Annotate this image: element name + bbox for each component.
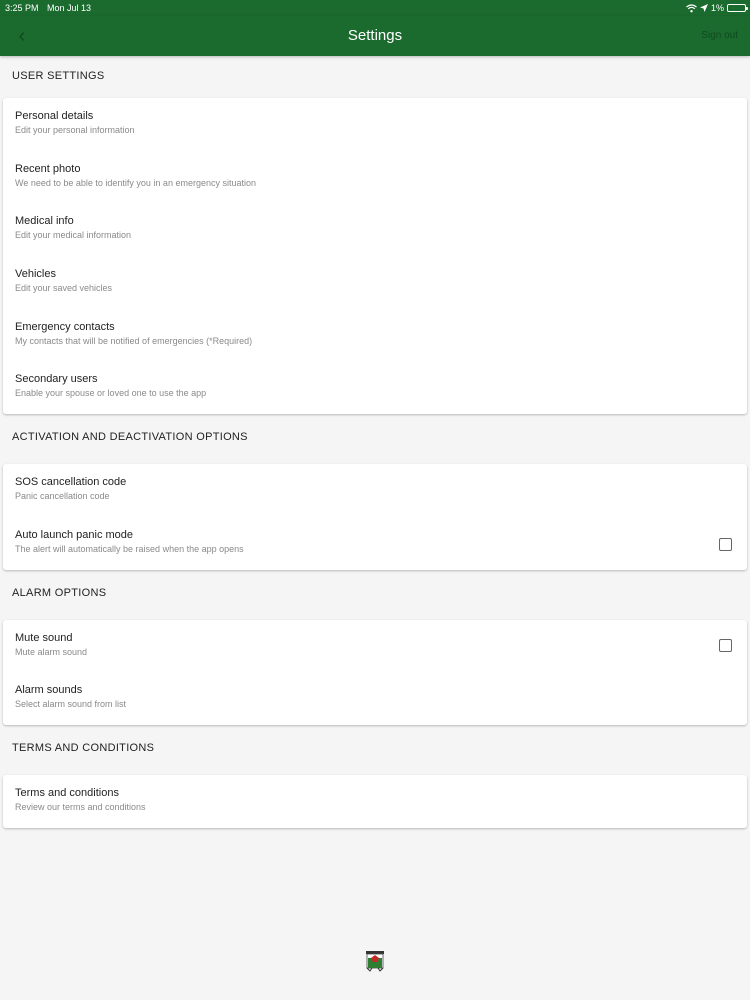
settings-item-sos-cancellation-code[interactable]: SOS cancellation code Panic cancellation…: [3, 464, 747, 517]
settings-item-terms-and-conditions[interactable]: Terms and conditions Review our terms an…: [3, 775, 747, 828]
item-title: Secondary users: [15, 373, 98, 386]
section-header-alarm-options: ALARM OPTIONS: [12, 586, 107, 599]
app-bar: ‹ Settings Sign out: [0, 16, 750, 56]
item-title: SOS cancellation code: [15, 476, 127, 489]
item-subtitle: Select alarm sound from list: [15, 699, 127, 710]
status-date: Mon Jul 13: [47, 3, 92, 13]
item-subtitle: Edit your personal information: [15, 125, 135, 135]
item-title: Recent photo: [15, 162, 81, 175]
item-title: Terms and conditions: [15, 786, 119, 799]
location-arrow-icon: [699, 4, 708, 12]
item-subtitle: Edit your medical information: [15, 230, 132, 241]
item-subtitle: My contacts that will be notified of eme…: [15, 335, 253, 346]
mute-sound-checkbox[interactable]: [719, 638, 732, 652]
item-subtitle: Mute alarm sound: [15, 646, 88, 657]
settings-item-emergency-contacts[interactable]: Emergency contacts My contacts that will…: [3, 309, 747, 362]
settings-item-vehicles[interactable]: Vehicles Edit your saved vehicles: [3, 256, 747, 309]
page-title: Settings: [347, 27, 403, 44]
auto-launch-checkbox[interactable]: [719, 537, 732, 551]
status-right: 1%: [686, 0, 748, 16]
card-alarm-options: Mute sound Mute alarm sound Alarm sounds…: [3, 619, 747, 725]
item-title: Alarm sounds: [15, 684, 83, 697]
item-subtitle: Review our terms and conditions: [15, 801, 146, 812]
item-title: Vehicles: [15, 268, 56, 281]
item-subtitle: Panic cancellation code: [15, 491, 110, 502]
item-title: Personal details: [15, 110, 94, 122]
section-header-user-settings: USER SETTINGS: [12, 70, 105, 82]
item-title: Mute sound: [15, 631, 73, 644]
card-terms: Terms and conditions Review our terms an…: [3, 774, 747, 828]
settings-item-auto-launch-panic-mode[interactable]: Auto launch panic mode The alert will au…: [3, 517, 747, 570]
status-time: 3:25 PM: [5, 3, 39, 13]
settings-item-secondary-users[interactable]: Secondary users Enable your spouse or lo…: [3, 361, 747, 414]
settings-item-recent-photo[interactable]: Recent photo We need to be able to ident…: [3, 151, 747, 204]
settings-item-mute-sound[interactable]: Mute sound Mute alarm sound: [3, 620, 747, 673]
status-bar: 3:25 PM Mon Jul 13 1%: [0, 0, 750, 16]
settings-item-medical-info[interactable]: Medical info Edit your medical informati…: [3, 203, 747, 256]
wifi-icon: [686, 3, 697, 12]
item-title: Emergency contacts: [15, 320, 115, 333]
item-title: Medical info: [15, 215, 74, 228]
item-title: Auto launch panic mode: [15, 528, 134, 541]
battery-icon: [727, 4, 748, 12]
item-subtitle: We need to be able to identify you in an…: [15, 177, 256, 188]
card-user-settings: Personal details Edit your personal info…: [3, 98, 747, 415]
battery-percentage: 1%: [710, 3, 724, 13]
item-subtitle: The alert will automatically be raised w…: [15, 543, 244, 554]
item-subtitle: Edit your saved vehicles: [15, 283, 113, 294]
section-header-activation: ACTIVATION AND DEACTIVATION OPTIONS: [12, 431, 248, 444]
settings-item-personal-details[interactable]: Personal details Edit your personal info…: [3, 98, 747, 151]
section-header-terms: TERMS AND CONDITIONS: [12, 741, 155, 754]
sign-out-button[interactable]: Sign out: [701, 16, 738, 56]
card-activation: SOS cancellation code Panic cancellation…: [3, 464, 747, 570]
settings-content: USER SETTINGS Personal details Edit your…: [0, 56, 750, 828]
item-subtitle: Enable your spouse or loved one to use t…: [15, 388, 207, 399]
app-logo-icon: [366, 951, 384, 972]
settings-item-alarm-sounds[interactable]: Alarm sounds Select alarm sound from lis…: [3, 672, 747, 725]
